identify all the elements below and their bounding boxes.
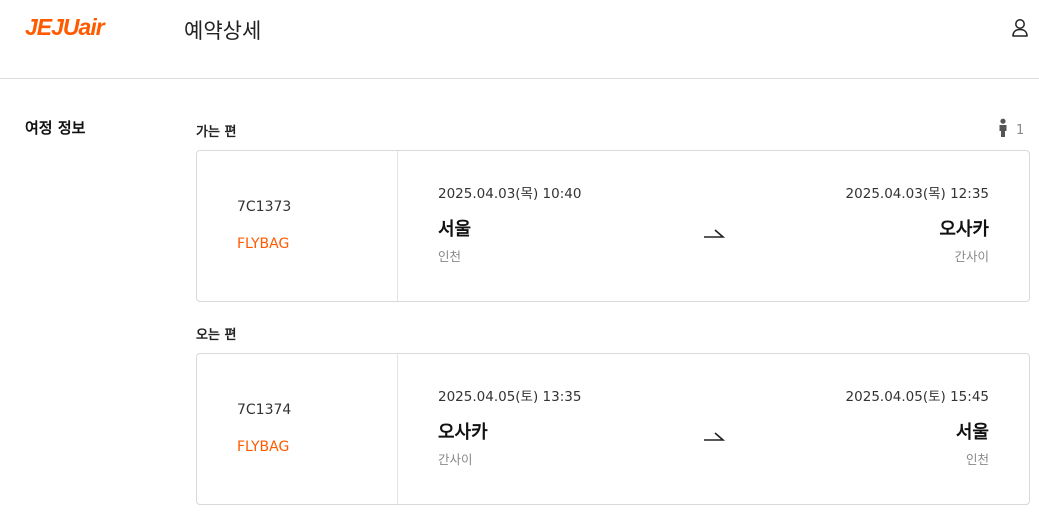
arrival-datetime: 2025.04.05(토) 15:45 bbox=[845, 389, 989, 405]
flight-info-panel: 7C1374 FLYBAG bbox=[197, 354, 398, 504]
jejuair-logo[interactable]: JEJUair bbox=[25, 14, 105, 41]
arrival-datetime: 2025.04.03(목) 12:35 bbox=[845, 186, 989, 202]
itinerary-section-label: 여정 정보 bbox=[25, 119, 86, 137]
arrow-right-icon bbox=[703, 426, 726, 441]
fare-type: FLYBAG bbox=[237, 236, 290, 252]
departure-airport: 인천 bbox=[438, 249, 462, 264]
outbound-label: 가는 편 bbox=[196, 125, 237, 140]
fare-type: FLYBAG bbox=[237, 439, 290, 455]
inbound-flight-card[interactable]: 7C1374 FLYBAG 2025.04.05(토) 13:35 2025.0… bbox=[196, 353, 1030, 505]
arrival-airport: 간사이 bbox=[954, 249, 989, 264]
arrival-city: 오사카 bbox=[939, 219, 989, 240]
flight-number: 7C1373 bbox=[237, 199, 292, 215]
arrival-airport: 인천 bbox=[965, 452, 989, 467]
departure-datetime: 2025.04.03(목) 10:40 bbox=[438, 186, 582, 202]
user-icon[interactable] bbox=[1008, 16, 1032, 40]
arrow-right-icon bbox=[703, 223, 726, 238]
page-title: 예약상세 bbox=[184, 19, 262, 43]
person-icon bbox=[998, 118, 1008, 142]
departure-city: 오사카 bbox=[438, 422, 488, 443]
passenger-count-value: 1 bbox=[1016, 122, 1025, 138]
arrival-city: 서울 bbox=[955, 422, 989, 443]
departure-city: 서울 bbox=[438, 219, 472, 240]
inbound-label: 오는 편 bbox=[196, 328, 237, 343]
departure-datetime: 2025.04.05(토) 13:35 bbox=[438, 389, 582, 405]
departure-airport: 간사이 bbox=[438, 452, 473, 467]
flight-info-panel: 7C1373 FLYBAG bbox=[197, 151, 398, 301]
flight-number: 7C1374 bbox=[237, 402, 292, 418]
passenger-count: 1 bbox=[998, 118, 1025, 142]
outbound-flight-card[interactable]: 7C1373 FLYBAG 2025.04.03(목) 10:40 2025.0… bbox=[196, 150, 1030, 302]
top-header: JEJUair 예약상세 bbox=[0, 0, 1039, 79]
